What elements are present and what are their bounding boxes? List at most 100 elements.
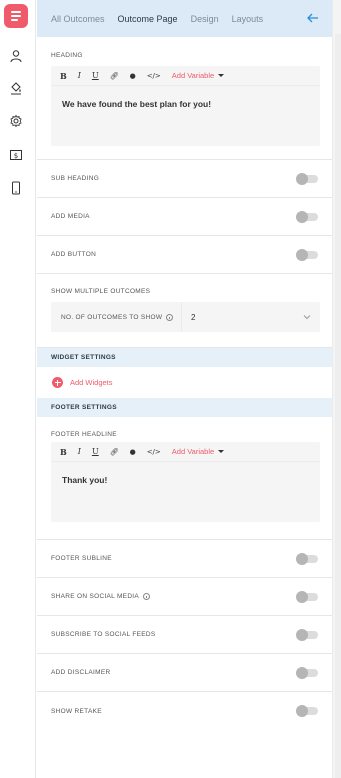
tab-bar: All Outcomes Outcome Page Design Layouts xyxy=(37,0,332,37)
bold-button[interactable]: B xyxy=(60,71,67,81)
subscribe-social-row: SUBSCRIBE TO SOCIAL FEEDS xyxy=(37,616,332,654)
sub-heading-toggle[interactable] xyxy=(296,172,318,185)
footer-settings-label: FOOTER SETTINGS xyxy=(51,404,117,411)
share-social-toggle[interactable] xyxy=(296,590,318,603)
add-media-row: ADD MEDIA xyxy=(37,198,332,236)
add-button-toggle[interactable] xyxy=(296,248,318,261)
caret-down-icon xyxy=(218,450,225,453)
toggle-knob xyxy=(296,628,308,641)
heading-text[interactable]: We have found the best plan for you! xyxy=(51,86,320,146)
design-nav-button[interactable] xyxy=(4,76,28,100)
link-icon[interactable]: 🔗︎ xyxy=(110,72,119,80)
canvas-edge-inner xyxy=(335,34,341,778)
toggle-knob xyxy=(296,666,308,679)
tab-outcome-page[interactable]: Outcome Page xyxy=(118,14,178,24)
subscribe-social-label: SUBSCRIBE TO SOCIAL FEEDS xyxy=(51,631,156,638)
footer-headline-editor: B I U 🔗︎ ● </> Add Variable Thank you! xyxy=(51,442,320,522)
footer-subline-toggle[interactable] xyxy=(296,552,318,565)
subscribe-social-toggle[interactable] xyxy=(296,628,318,641)
canvas-edge xyxy=(333,0,341,778)
caret-down-icon xyxy=(218,74,225,77)
underline-button[interactable]: U xyxy=(92,447,99,456)
user-nav-button[interactable] xyxy=(4,44,28,68)
footer-headline-text[interactable]: Thank you! xyxy=(51,462,320,522)
italic-button[interactable]: I xyxy=(78,447,81,456)
outcomes-count-field: NO. OF OUTCOMES TO SHOW 2 xyxy=(51,302,320,332)
plus-circle-icon xyxy=(52,377,63,388)
italic-button[interactable]: I xyxy=(78,71,81,80)
toggle-knob xyxy=(296,210,308,223)
code-icon[interactable]: </> xyxy=(147,448,161,456)
footer-headline-section: FOOTER HEADLINE B I U 🔗︎ ● </> Add Varia… xyxy=(37,417,332,540)
color-drop-icon[interactable]: ● xyxy=(130,448,136,456)
add-button-label: ADD BUTTON xyxy=(51,251,97,258)
share-social-row: SHARE ON SOCIAL MEDIA xyxy=(37,578,332,616)
multiple-outcomes-label: SHOW MULTIPLE OUTCOMES xyxy=(51,288,151,295)
outcome-settings-panel: All Outcomes Outcome Page Design Layouts… xyxy=(37,0,333,778)
link-icon[interactable]: 🔗︎ xyxy=(110,448,119,456)
toggle-knob xyxy=(296,552,308,565)
add-disclaimer-label: ADD DISCLAIMER xyxy=(51,669,111,676)
outcomes-count-field-label: NO. OF OUTCOMES TO SHOW xyxy=(51,302,182,332)
info-icon[interactable] xyxy=(166,313,174,321)
add-variable-dropdown[interactable]: Add Variable xyxy=(171,71,225,80)
heading-toolbar: B I U 🔗︎ ● </> Add Variable xyxy=(51,66,320,86)
footer-headline-label: FOOTER HEADLINE xyxy=(51,431,117,438)
pricing-nav-button[interactable]: $ xyxy=(4,143,28,167)
outcome-nav-button[interactable] xyxy=(4,4,28,28)
outcomes-count-label: NO. OF OUTCOMES TO SHOW xyxy=(61,313,163,321)
info-icon[interactable] xyxy=(143,593,151,600)
add-button-row: ADD BUTTON xyxy=(37,236,332,274)
sub-heading-row: SUB HEADING xyxy=(37,160,332,198)
share-social-label-group: SHARE ON SOCIAL MEDIA xyxy=(51,593,151,600)
add-media-label: ADD MEDIA xyxy=(51,213,90,220)
footer-subline-row: FOOTER SUBLINE xyxy=(37,540,332,578)
back-arrow-icon[interactable] xyxy=(306,11,320,25)
mobile-nav-button[interactable] xyxy=(4,176,28,200)
code-icon[interactable]: </> xyxy=(147,72,161,80)
underline-button[interactable]: U xyxy=(92,71,99,80)
mobile-icon xyxy=(12,181,20,195)
toggle-knob xyxy=(296,172,308,185)
bold-button[interactable]: B xyxy=(60,447,67,457)
heading-section: HEADING B I U 🔗︎ ● </> Add Variable We h… xyxy=(37,37,332,160)
add-media-toggle[interactable] xyxy=(296,210,318,223)
multiple-outcomes-section: SHOW MULTIPLE OUTCOMES NO. OF OUTCOMES T… xyxy=(37,274,332,348)
toggle-knob xyxy=(296,590,308,603)
widget-settings-header: WIDGET SETTINGS xyxy=(37,348,332,367)
paint-bucket-icon xyxy=(11,82,21,95)
share-social-label: SHARE ON SOCIAL MEDIA xyxy=(51,593,140,600)
heading-editor: B I U 🔗︎ ● </> Add Variable We have foun… xyxy=(51,66,320,146)
footer-toolbar: B I U 🔗︎ ● </> Add Variable xyxy=(51,442,320,462)
add-variable-label: Add Variable xyxy=(171,447,215,456)
show-retake-row: SHOW RETAKE xyxy=(37,692,332,730)
add-disclaimer-row: ADD DISCLAIMER xyxy=(37,654,332,692)
show-retake-label: SHOW RETAKE xyxy=(51,707,102,715)
show-retake-toggle[interactable] xyxy=(296,705,318,717)
toggle-knob xyxy=(296,248,308,261)
outcomes-count-select[interactable]: 2 xyxy=(182,313,302,322)
add-widgets-label: Add Widgets xyxy=(70,378,113,387)
toggle-knob xyxy=(296,705,308,717)
outcome-icon xyxy=(11,11,21,21)
footer-subline-label: FOOTER SUBLINE xyxy=(51,555,112,562)
chevron-down-icon[interactable] xyxy=(302,312,312,322)
icon-rail: $ xyxy=(0,0,36,778)
widget-settings-label: WIDGET SETTINGS xyxy=(51,354,116,361)
gear-icon xyxy=(10,114,22,128)
add-widgets-button[interactable]: Add Widgets xyxy=(37,367,332,398)
svg-text:$: $ xyxy=(14,152,18,160)
tab-all-outcomes[interactable]: All Outcomes xyxy=(51,14,105,24)
dollar-icon: $ xyxy=(10,150,22,160)
add-variable-label: Add Variable xyxy=(171,71,215,80)
user-icon xyxy=(10,50,22,63)
add-variable-dropdown[interactable]: Add Variable xyxy=(171,447,225,456)
add-disclaimer-toggle[interactable] xyxy=(296,666,318,679)
tab-design[interactable]: Design xyxy=(191,14,219,24)
color-drop-icon[interactable]: ● xyxy=(130,72,136,80)
heading-label: HEADING xyxy=(51,52,83,59)
settings-nav-button[interactable] xyxy=(4,109,28,133)
footer-settings-header: FOOTER SETTINGS xyxy=(37,398,332,417)
tab-layouts[interactable]: Layouts xyxy=(232,14,264,24)
sub-heading-label: SUB HEADING xyxy=(51,175,100,182)
